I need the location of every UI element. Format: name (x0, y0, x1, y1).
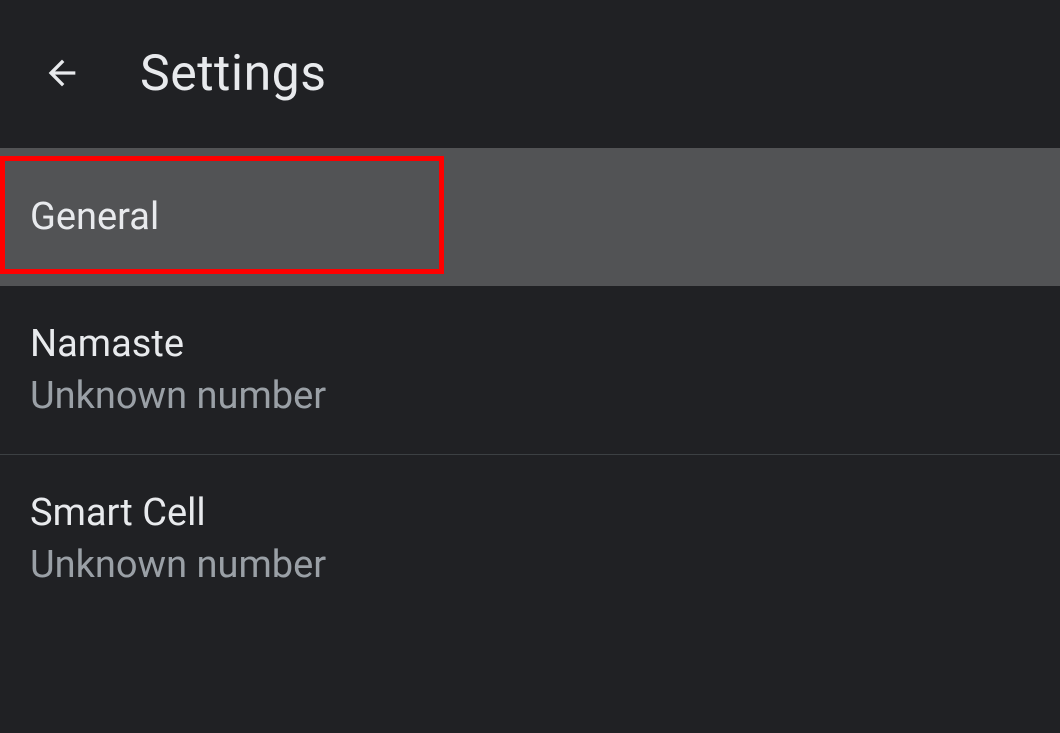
settings-item-general[interactable]: General (0, 148, 1060, 286)
page-title: Settings (140, 45, 327, 103)
item-title: Namaste (30, 322, 1030, 366)
settings-item-smartcell[interactable]: Smart Cell Unknown number (0, 455, 1060, 623)
item-title: Smart Cell (30, 491, 1030, 535)
header: Settings (0, 0, 1060, 148)
item-subtitle: Unknown number (30, 374, 1030, 418)
settings-item-namaste[interactable]: Namaste Unknown number (0, 286, 1060, 454)
item-subtitle: Unknown number (30, 543, 1030, 587)
arrow-left-icon (42, 53, 82, 96)
item-title: General (30, 195, 159, 239)
back-button[interactable] (38, 50, 86, 98)
